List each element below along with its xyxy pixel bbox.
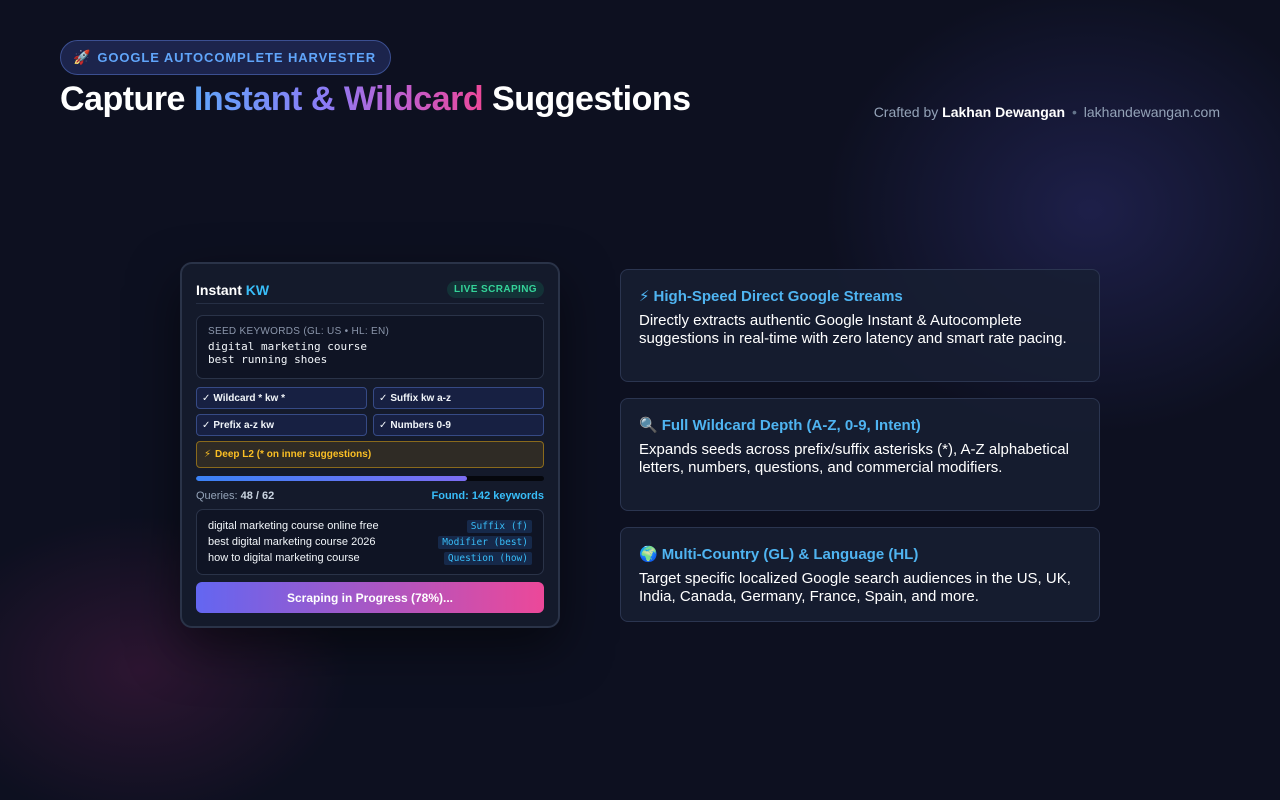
globe-icon: 🌍 [639, 546, 658, 563]
option-numbers-toggle[interactable]: ✓ Numbers 0-9 [373, 414, 544, 436]
feature-title: ⚡ High-Speed Direct Google Streams [639, 287, 1081, 305]
list-item: how to digital marketing course Question… [208, 550, 532, 566]
credit-separator: • [1071, 104, 1077, 120]
author-name: Lakhan Dewangan [942, 104, 1066, 120]
results-list: digital marketing course online free Suf… [196, 509, 544, 575]
title-start: Capture [60, 80, 185, 118]
list-item: best digital marketing course 2026 Modif… [208, 534, 532, 550]
seed-keyword-line: digital marketing course [208, 340, 367, 353]
title-highlight: Instant & Wildcard [193, 80, 484, 118]
app-preview-card: Instant KW LIVE SCRAPING SEED KEYWORDS (… [180, 262, 560, 628]
rocket-icon: 🚀 [73, 49, 92, 65]
app-title-accent: KW [245, 281, 270, 298]
queries-count: Queries: 48 / 62 [196, 490, 274, 502]
badge-label: GOOGLE AUTOCOMPLETE HARVESTER [97, 50, 377, 65]
feature-card-wildcard: 🔍 Full Wildcard Depth (A-Z, 0-9, Intent) … [620, 398, 1100, 511]
progress-bar [196, 476, 544, 481]
feature-title: 🌍 Multi-Country (GL) & Language (HL) [639, 545, 1081, 563]
product-badge: 🚀 GOOGLE AUTOCOMPLETE HARVESTER [60, 40, 392, 75]
feature-card-geo: 🌍 Multi-Country (GL) & Language (HL) Targ… [620, 527, 1100, 622]
option-prefix-toggle[interactable]: ✓ Prefix a-z kw [196, 414, 367, 436]
check-icon: ✓ [379, 392, 388, 404]
progress-fill [196, 476, 468, 481]
feature-title: 🔍 Full Wildcard Depth (A-Z, 0-9, Intent) [639, 416, 1081, 434]
scrape-progress-button[interactable]: Scraping in Progress (78%)... [196, 582, 544, 613]
page-title: Capture Instant & Wildcard Suggestions [60, 80, 691, 119]
option-wildcard-toggle[interactable]: ✓ Wildcard * kw * [196, 387, 367, 409]
option-label: Prefix a-z kw [213, 419, 274, 431]
deep-l2-label: Deep L2 (* on inner suggestions) [215, 449, 372, 460]
lightning-icon: ⚡ [204, 449, 212, 460]
option-label: Suffix kw a-z [390, 392, 451, 404]
deep-l2-toggle[interactable]: ⚡ Deep L2 (* on inner suggestions) [196, 441, 544, 468]
result-tag: Question (how) [443, 551, 532, 565]
found-count: Found: 142 keywords [431, 490, 544, 502]
check-icon: ✓ [202, 392, 211, 404]
lightning-icon: ⚡ [639, 288, 650, 305]
credit-prefix: Crafted by [873, 104, 939, 120]
scrape-stats: Queries: 48 / 62 Found: 142 keywords [196, 490, 544, 502]
list-item: digital marketing course online free Suf… [208, 518, 532, 534]
card-header: Instant KW LIVE SCRAPING [196, 276, 544, 304]
queries-value: 48 / 62 [240, 490, 275, 502]
check-icon: ✓ [379, 419, 388, 431]
title-end: Suggestions [492, 80, 691, 118]
live-status-badge: LIVE SCRAPING [447, 281, 544, 298]
feature-description: Directly extracts authentic Google Insta… [639, 312, 1067, 347]
feature-title-text: Multi-Country (GL) & Language (HL) [661, 546, 919, 563]
result-keyword: how to digital marketing course [208, 552, 360, 564]
seed-keywords-label: SEED KEYWORDS (GL: US • HL: EN) [208, 326, 390, 337]
app-title: Instant KW [196, 282, 269, 298]
queries-label: Queries: [196, 490, 238, 502]
option-label: Numbers 0-9 [390, 419, 451, 431]
author-credit: Crafted by Lakhan Dewangan • lakhandewan… [874, 104, 1220, 120]
result-keyword: digital marketing course online free [208, 520, 379, 532]
seed-keywords-field[interactable]: SEED KEYWORDS (GL: US • HL: EN) digital … [196, 315, 544, 379]
option-label: Wildcard * kw * [213, 392, 285, 404]
check-icon: ✓ [202, 419, 211, 431]
result-tag: Modifier (best) [438, 535, 532, 549]
feature-card-speed: ⚡ High-Speed Direct Google Streams Direct… [620, 269, 1100, 382]
seed-keyword-line: best running shoes [208, 353, 328, 366]
mode-options: ✓ Wildcard * kw * ✓ Suffix kw a-z ✓ Pref… [196, 387, 544, 436]
feature-description: Expands seeds across prefix/suffix aster… [639, 441, 1069, 476]
option-suffix-toggle[interactable]: ✓ Suffix kw a-z [373, 387, 544, 409]
app-title-main: Instant [196, 281, 242, 298]
result-tag: Suffix (f) [466, 519, 532, 533]
feature-title-text: High-Speed Direct Google Streams [653, 288, 903, 305]
magnifier-icon: 🔍 [639, 417, 658, 434]
feature-description: Target specific localized Google search … [639, 570, 1071, 605]
result-keyword: best digital marketing course 2026 [208, 536, 376, 548]
feature-title-text: Full Wildcard Depth (A-Z, 0-9, Intent) [661, 417, 921, 434]
author-website-link[interactable]: lakhandewangan.com [1084, 104, 1220, 120]
